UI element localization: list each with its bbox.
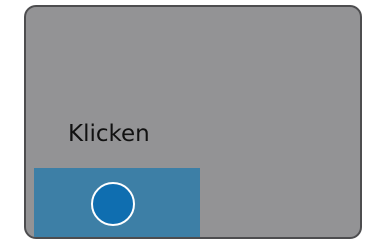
click-label: Klicken: [68, 121, 150, 147]
panel: Klicken: [24, 5, 362, 239]
circle-button-icon[interactable]: [91, 182, 135, 226]
click-area[interactable]: [34, 168, 200, 237]
